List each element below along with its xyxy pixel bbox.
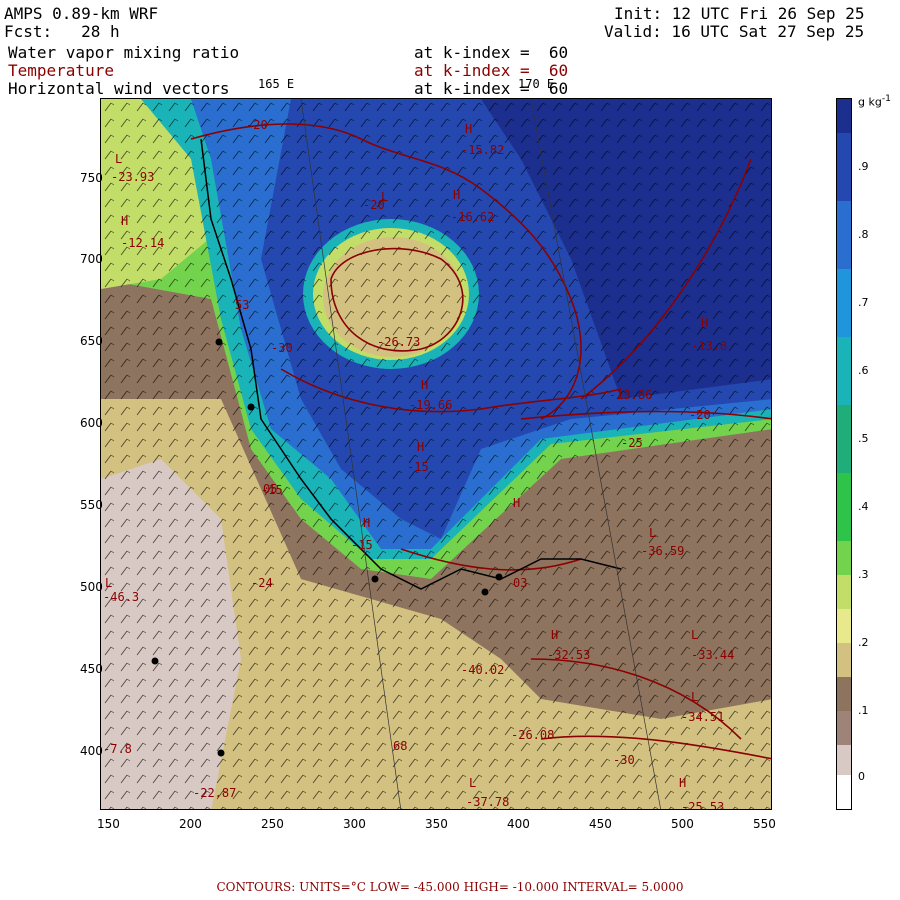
x-tick-label: 250 [261,817,284,831]
high-low-marker: H [121,214,129,228]
x-tick-label: 150 [97,817,120,831]
contour-label: -20 [689,408,711,422]
high-low-marker: H [453,188,461,202]
y-tick-label: 550 [80,498,103,512]
longitude-label-170: 170 E [518,77,555,91]
y-tick-label: 400 [80,744,103,758]
station-marker[interactable] [217,749,225,757]
colorbar-swatches [837,99,851,809]
high-low-marker: L [691,690,699,704]
contour-label: -30 [271,341,293,355]
contour-label: -25.53 [681,800,725,810]
contour-label: -13.86 [609,388,653,402]
contour-label: -26.08 [511,728,555,742]
contour-label: -26.73 [377,335,421,349]
contour-label: -22.87 [193,786,237,800]
colorbar-units: g kg-1 [858,93,891,109]
x-tick-label: 300 [343,817,366,831]
high-low-marker: H [513,496,521,510]
level-water-vapor: at k-index = 60 [414,43,569,62]
colorbar-level: .9 [858,160,869,173]
high-low-marker: H [363,516,371,530]
contour-label: -32.53 [547,648,591,662]
x-tick-label: 450 [589,817,612,831]
contour-label: 03 [513,576,528,590]
high-low-marker: H [679,776,687,790]
x-tick-label: 500 [671,817,694,831]
high-low-marker: L [381,190,389,204]
colorbar-level: .4 [858,500,869,513]
contour-label: -13.8 [691,339,728,353]
x-tick-label: 550 [753,817,776,831]
contour-label: 53 [235,298,250,312]
high-low-marker: H [465,122,473,136]
high-low-marker: L [649,526,657,540]
contour-label: -25 [621,436,643,450]
contour-label: -30 [613,753,635,767]
colorbar-level: .1 [858,704,869,717]
contour-label: -12.14 [121,236,165,250]
contour-label: -46.3 [103,590,140,604]
contour-label: -19.66 [409,398,453,412]
y-tick-label: 500 [80,580,103,594]
contour-label: -23.93 [111,170,155,184]
station-marker[interactable] [215,338,223,346]
map-svg [101,99,771,809]
longitude-label-165: 165 E [258,77,295,91]
high-low-marker: H [417,440,425,454]
high-low-marker: L [691,628,699,642]
contour-info-footer: CONTOURS: UNITS=°C LOW= -45.000 HIGH= -1… [216,880,684,894]
contour-label: -33.44 [691,648,735,662]
contour-label: -15 [351,538,373,552]
colorbar-level: .2 [858,636,869,649]
high-low-marker: H [701,316,709,330]
station-marker[interactable] [371,575,379,583]
contour-label: -15.82 [461,143,505,157]
x-tick-label: 200 [179,817,202,831]
y-tick-label: 450 [80,662,103,676]
contour-label: -37.78 [466,795,510,809]
colorbar-level: .3 [858,568,869,581]
field-temperature: Temperature [8,61,114,80]
contour-label: -40.02 [461,663,505,677]
colorbar-level: .5 [858,432,869,445]
valid-time: Valid: 16 UTC Sat 27 Sep 25 [604,22,865,41]
forecast-hour: Fcst: 28 h [4,22,120,41]
colorbar-level: .7 [858,296,869,309]
contour-label: -7.8 [103,742,132,756]
contour-label: -34.51 [681,710,725,724]
y-tick-label: 650 [80,334,103,348]
contour-label: -16.62 [451,210,495,224]
colorbar [836,98,852,810]
contour-label: -20 [246,118,268,132]
station-marker[interactable] [247,403,255,411]
field-wind: Horizontal wind vectors [8,79,230,98]
contour-label: 68 [393,739,408,753]
station-marker[interactable] [151,657,159,665]
colorbar-level: 0 [858,770,865,783]
model-title: AMPS 0.89-km WRF [4,4,159,23]
map-panel[interactable]: -20 -15.82 -20 -16.62 -23.93 -12.14 -26.… [100,98,772,810]
station-marker[interactable] [495,573,503,581]
field-water-vapor: Water vapor mixing ratio [8,43,240,62]
colorbar-level: .6 [858,364,869,377]
high-low-marker: L [469,776,477,790]
high-low-marker: L [105,576,113,590]
colorbar-level: .8 [858,228,869,241]
contour-label: -24 [251,576,273,590]
high-low-marker: L [115,152,123,166]
init-time: Init: 12 UTC Fri 26 Sep 25 [614,4,865,23]
x-tick-label: 400 [507,817,530,831]
high-low-marker: H [421,378,429,392]
wind-vectors [101,99,771,809]
y-tick-label: 600 [80,416,103,430]
contour-label: -15 [407,460,429,474]
y-tick-label: 700 [80,252,103,266]
high-low-marker: H [551,628,559,642]
contour-label: 05 [263,482,278,496]
x-tick-label: 350 [425,817,448,831]
y-tick-label: 750 [80,171,103,185]
station-marker[interactable] [481,588,489,596]
contour-label: -36.59 [641,544,685,558]
